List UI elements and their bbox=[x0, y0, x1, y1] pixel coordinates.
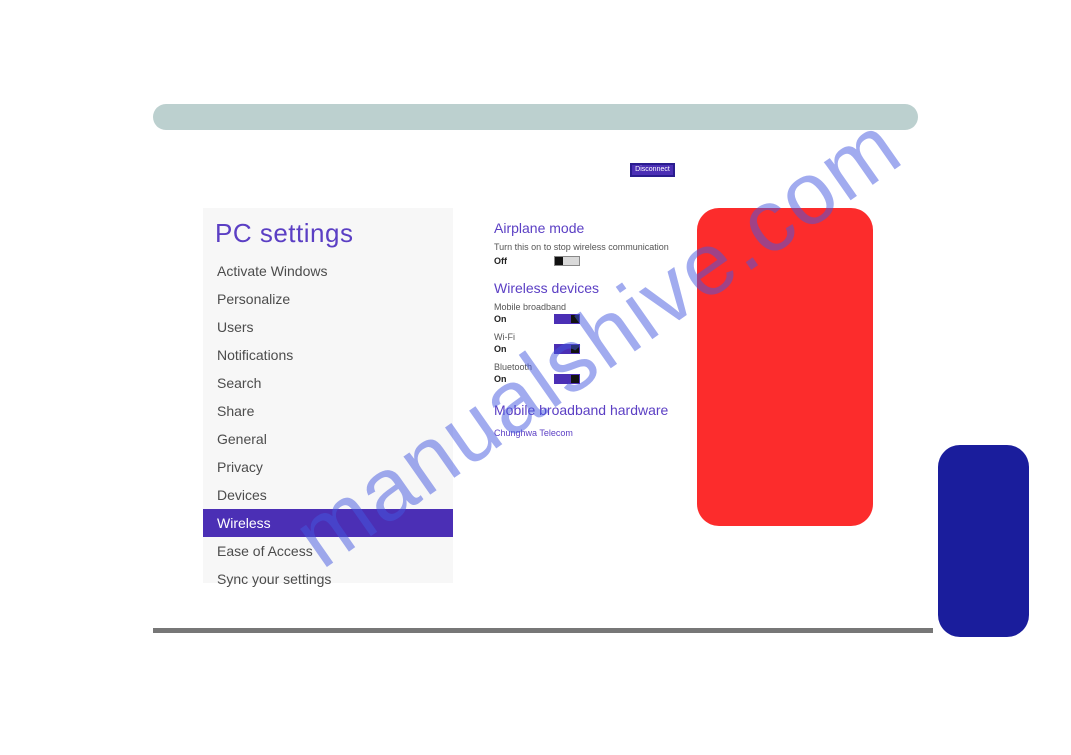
sidebar-item-users[interactable]: Users bbox=[203, 313, 453, 341]
wifi-toggle[interactable] bbox=[554, 344, 580, 354]
airplane-mode-toggle[interactable] bbox=[554, 256, 580, 266]
mobile-broadband-state: On bbox=[494, 314, 554, 324]
airplane-mode-state: Off bbox=[494, 256, 554, 266]
sidebar-item-devices[interactable]: Devices bbox=[203, 481, 453, 509]
page-title: PC settings bbox=[203, 208, 453, 257]
wifi-state: On bbox=[494, 344, 554, 354]
sidebar-item-ease-of-access[interactable]: Ease of Access bbox=[203, 537, 453, 565]
blue-overlay-block bbox=[938, 445, 1029, 637]
settings-list: Activate Windows Personalize Users Notif… bbox=[203, 257, 453, 593]
sidebar-item-sync-your-settings[interactable]: Sync your settings bbox=[203, 565, 453, 593]
bottom-divider bbox=[153, 628, 933, 633]
sidebar-item-privacy[interactable]: Privacy bbox=[203, 453, 453, 481]
red-overlay-block bbox=[697, 208, 873, 526]
sidebar-item-personalize[interactable]: Personalize bbox=[203, 285, 453, 313]
sidebar-item-wireless[interactable]: Wireless bbox=[203, 509, 453, 537]
mobile-broadband-toggle[interactable] bbox=[554, 314, 580, 324]
settings-sidebar: PC settings Activate Windows Personalize… bbox=[203, 208, 453, 583]
top-bar bbox=[153, 104, 918, 130]
sidebar-item-search[interactable]: Search bbox=[203, 369, 453, 397]
sidebar-item-share[interactable]: Share bbox=[203, 397, 453, 425]
sidebar-item-general[interactable]: General bbox=[203, 425, 453, 453]
sidebar-item-activate-windows[interactable]: Activate Windows bbox=[203, 257, 453, 285]
bluetooth-state: On bbox=[494, 374, 554, 384]
sidebar-item-notifications[interactable]: Notifications bbox=[203, 341, 453, 369]
bluetooth-toggle[interactable] bbox=[554, 374, 580, 384]
disconnect-button[interactable]: Disconnect bbox=[630, 163, 675, 177]
